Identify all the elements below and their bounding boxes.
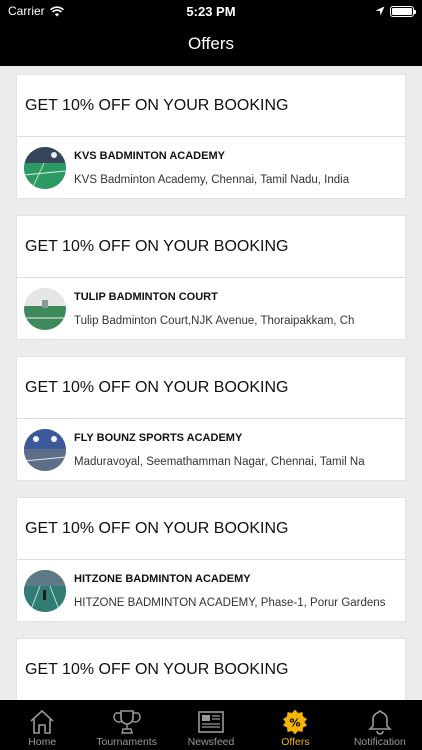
venue-thumbnail	[24, 429, 66, 471]
venue-name: KVS BADMINTON ACADEMY	[74, 150, 225, 162]
venue-name: TULIP BADMINTON COURT	[74, 291, 218, 303]
tab-label: Tournaments	[96, 736, 157, 748]
venue-address: HITZONE BADMINTON ACADEMY, Phase-1, Poru…	[74, 597, 386, 609]
battery-icon	[389, 5, 416, 17]
venue-row[interactable]: FLY BOUNZ SPORTS ACADEMY Maduravoyal, Se…	[17, 419, 405, 481]
offer-title: GET 10% OFF ON YOUR BOOKING	[17, 75, 405, 137]
offer-title: GET 10% OFF ON YOUR BOOKING	[17, 639, 405, 700]
venue-row[interactable]: KVS BADMINTON ACADEMY KVS Badminton Acad…	[17, 137, 405, 199]
wifi-icon	[49, 5, 64, 16]
tab-label: Notification	[353, 736, 406, 748]
venue-address: KVS Badminton Academy, Chennai, Tamil Na…	[74, 174, 350, 186]
venue-name: FLY BOUNZ SPORTS ACADEMY	[74, 432, 243, 444]
status-bar: Carrier 5:23 PM	[0, 0, 422, 22]
offer-card[interactable]: GET 10% OFF ON YOUR BOOKING FLY BOUNZ SP…	[16, 356, 406, 481]
tab-bar: Home Tournaments Newsfeed % Offers Notif…	[0, 700, 422, 750]
venue-thumbnail	[24, 288, 66, 330]
trophy-icon	[112, 710, 141, 734]
venue-address: Tulip Badminton Court,NJK Avenue, Thorai…	[74, 315, 355, 327]
tab-label: Offers	[281, 736, 310, 748]
tab-offers[interactable]: % Offers	[253, 700, 337, 750]
offer-title: GET 10% OFF ON YOUR BOOKING	[17, 498, 405, 560]
home-icon	[30, 709, 54, 734]
venue-address: Maduravoyal, Seemathamman Nagar, Chennai…	[74, 456, 365, 468]
offer-card[interactable]: GET 10% OFF ON YOUR BOOKING HITZONE BADM…	[16, 497, 406, 622]
clock: 5:23 PM	[186, 3, 236, 19]
offer-title: GET 10% OFF ON YOUR BOOKING	[17, 357, 405, 419]
tab-home[interactable]: Home	[0, 700, 84, 750]
tab-label: Home	[28, 736, 57, 748]
venue-row[interactable]: HITZONE BADMINTON ACADEMY HITZONE BADMIN…	[17, 560, 405, 622]
newspaper-icon	[198, 711, 224, 733]
tab-newsfeed[interactable]: Newsfeed	[169, 700, 253, 750]
venue-row[interactable]: TULIP BADMINTON COURT Tulip Badminton Co…	[17, 278, 405, 340]
tab-notification[interactable]: Notification	[338, 700, 422, 750]
tab-tournaments[interactable]: Tournaments	[84, 700, 168, 750]
venue-thumbnail	[24, 570, 66, 612]
offer-title: GET 10% OFF ON YOUR BOOKING	[17, 216, 405, 278]
svg-text:%: %	[290, 717, 301, 730]
tab-label: Newsfeed	[187, 736, 235, 748]
venue-thumbnail	[24, 147, 66, 189]
offers-list[interactable]: GET 10% OFF ON YOUR BOOKING KVS BADMINTO…	[0, 66, 422, 700]
top-bar: Carrier 5:23 PM Offers	[0, 0, 422, 66]
venue-name: HITZONE BADMINTON ACADEMY	[74, 573, 251, 585]
offer-card[interactable]: GET 10% OFF ON YOUR BOOKING	[16, 638, 406, 700]
page-title: Offers	[188, 34, 234, 53]
offers-badge-icon: %	[283, 709, 308, 735]
bell-icon	[367, 710, 392, 735]
location-arrow-icon	[375, 6, 385, 16]
carrier-label: Carrier	[8, 4, 45, 18]
offer-card[interactable]: GET 10% OFF ON YOUR BOOKING TULIP BADMIN…	[16, 215, 406, 340]
offer-card[interactable]: GET 10% OFF ON YOUR BOOKING KVS BADMINTO…	[16, 74, 406, 199]
